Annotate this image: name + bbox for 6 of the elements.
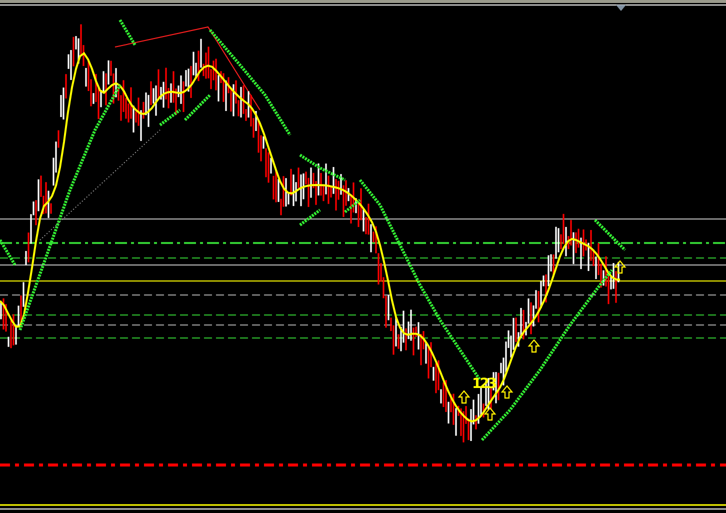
arrow-up-icon [458,390,470,404]
arrow-up-icon [614,260,626,274]
arrow-up-icon [528,339,540,353]
shift-marker-icon[interactable] [616,5,626,11]
arrow-up-icon [484,407,496,421]
arrow-up-icon [500,385,514,399]
